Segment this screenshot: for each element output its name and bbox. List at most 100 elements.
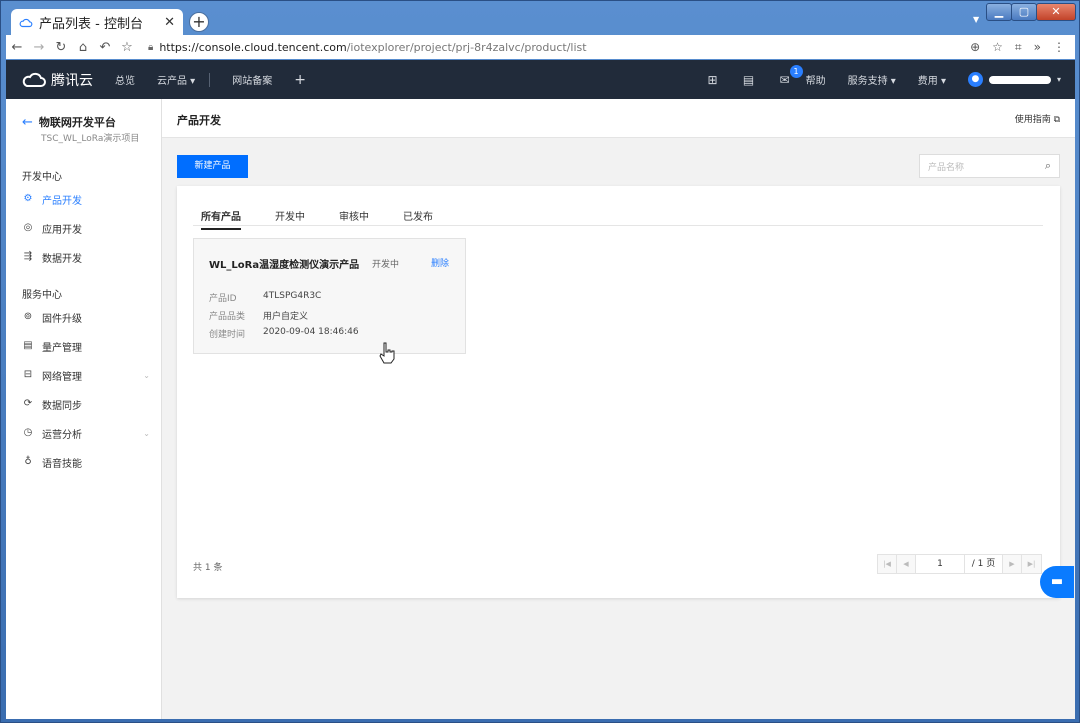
last-page-icon[interactable]: ▶| — [1022, 555, 1041, 573]
lock-icon: 🔒︎ — [148, 41, 154, 53]
messages[interactable]: ✉ 1 — [778, 64, 803, 87]
chevron-down-icon: ⌄ — [143, 370, 150, 380]
voice-icon: ♁ — [24, 456, 32, 467]
forward-icon[interactable]: → — [28, 40, 50, 55]
document-icon[interactable]: ▤ — [742, 73, 756, 87]
sidebar-item-data-dev[interactable]: ⇶ 数据开发 — [22, 247, 150, 267]
close-window-button[interactable]: ✕ — [1036, 3, 1076, 21]
upgrade-icon: ⊚ — [23, 311, 33, 322]
title-bar: 产品列表 - 控制台 ✕ + ▼ ▁ ▢ ✕ — [1, 1, 1079, 36]
prev-page-icon[interactable]: ◀ — [897, 555, 916, 573]
page-number-input[interactable]: 1 — [916, 555, 965, 573]
new-tab-button[interactable]: + — [189, 12, 209, 32]
field-category: 产品品类 用户自定义 — [209, 309, 308, 322]
delete-link[interactable]: 删除 — [431, 256, 449, 269]
sidebar-item-label: 数据开发 — [42, 253, 82, 265]
product-search-input[interactable]: 产品名称 ⌕ — [919, 154, 1060, 178]
tab-title: 产品列表 - 控制台 — [39, 17, 143, 32]
undo-icon[interactable]: ↶ — [94, 40, 116, 55]
sidebar-item-label: 产品开发 — [42, 195, 82, 207]
page-total: / 1 页 — [965, 555, 1003, 573]
nav-help[interactable]: 帮助 — [806, 72, 826, 87]
page-header: 产品开发 使用指南 ⧉ — [162, 99, 1075, 138]
product-list-panel: 所有产品 开发中 审核中 已发布 WL_LoRa温湿度检测仪演示产品 开发中 删… — [177, 186, 1060, 598]
analytics-icon: ◷ — [23, 427, 33, 438]
browser-tab[interactable]: 产品列表 - 控制台 ✕ — [11, 9, 183, 36]
sidebar-item-label: 应用开发 — [42, 224, 82, 236]
sidebar-item-network[interactable]: ⊟ 网络管理 ⌄ — [22, 365, 150, 385]
gear-icon: ⚙ — [23, 193, 33, 204]
back-icon[interactable]: ← — [6, 40, 28, 55]
console-app: 腾讯云 总览 云产品 ▾ 网站备案 + ⊞ ▤ ✉ 1 帮助 服务支持 ▾ 费用… — [6, 60, 1075, 719]
pagination: |◀ ◀ 1 / 1 页 ▶ ▶| — [877, 554, 1042, 574]
tab-search-icon[interactable]: ▼ — [973, 15, 979, 24]
sidebar-item-firmware[interactable]: ⊚ 固件升级 — [22, 307, 150, 327]
network-icon: ⊟ — [23, 369, 33, 380]
sidebar-item-mass-production[interactable]: ▤ 量产管理 — [22, 336, 150, 356]
message-badge: 1 — [789, 64, 803, 78]
sidebar-item-data-sync[interactable]: ⟳ 数据同步 — [22, 394, 150, 414]
tab-in-development[interactable]: 开发中 — [275, 208, 305, 228]
nav-overview[interactable]: 总览 — [115, 72, 135, 87]
sidebar-item-label: 数据同步 — [42, 400, 82, 412]
shortcut-icon[interactable]: ⊞ — [706, 73, 720, 87]
extension-chevron-icon[interactable]: » — [1034, 40, 1041, 55]
top-navigation: 腾讯云 总览 云产品 ▾ 网站备案 + ⊞ ▤ ✉ 1 帮助 服务支持 ▾ 费用… — [6, 60, 1075, 99]
field-value: 2020-09-04 18:46:46 — [263, 327, 359, 337]
avatar: ● — [967, 72, 983, 87]
search-placeholder: 产品名称 — [928, 162, 965, 173]
sidebar-item-analytics[interactable]: ◷ 运营分析 ⌄ — [22, 423, 150, 443]
sidebar-item-label: 运营分析 — [42, 429, 82, 441]
field-value: 用户自定义 — [263, 312, 309, 322]
sidebar: ← 物联网开发平台 TSC_WL_LoRa演示项目 开发中心 ⚙ 产品开发 ◎ … — [6, 99, 162, 719]
nav-products[interactable]: 云产品 ▾ — [157, 72, 195, 87]
url-path: /iotexplorer/project/prj-8r4zalvc/produc… — [346, 40, 587, 54]
crop-icon[interactable]: ⌗ — [1015, 40, 1022, 55]
app-icon: ◎ — [23, 222, 33, 233]
total-count: 共 1 条 — [193, 563, 223, 573]
chat-support-icon[interactable]: ▬ — [1040, 566, 1074, 598]
nav-add-icon[interactable]: + — [294, 72, 306, 88]
home-icon[interactable]: ⌂ — [72, 40, 94, 55]
sidebar-item-product-dev[interactable]: ⚙ 产品开发 — [22, 189, 150, 209]
field-value: 4TLSPG4R3C — [263, 291, 322, 301]
sidebar-item-app-dev[interactable]: ◎ 应用开发 — [22, 218, 150, 238]
bookmark-star-icon[interactable]: ☆ — [116, 40, 138, 55]
tencent-cloud-favicon-icon — [19, 18, 33, 27]
back-to-platform[interactable]: ← 物联网开发平台 — [22, 114, 116, 130]
chevron-down-icon: ▾ — [1056, 75, 1061, 84]
sidebar-item-voice[interactable]: ♁ 语音技能 — [22, 452, 150, 472]
reload-icon[interactable]: ↻ — [50, 40, 72, 55]
first-page-icon[interactable]: |◀ — [878, 555, 897, 573]
url-field[interactable]: 🔒︎ https://console.cloud.tencent.com /io… — [148, 41, 970, 54]
project-name: TSC_WL_LoRa演示项目 — [41, 134, 140, 144]
tab-in-review[interactable]: 审核中 — [339, 208, 369, 228]
nav-support[interactable]: 服务支持 ▾ — [848, 72, 896, 87]
address-bar: ← → ↻ ⌂ ↶ ☆ 🔒︎ https://console.cloud.ten… — [6, 35, 1075, 59]
tab-published[interactable]: 已发布 — [403, 208, 433, 228]
status-tabs: 所有产品 开发中 审核中 已发布 — [193, 208, 1043, 230]
next-page-icon[interactable]: ▶ — [1003, 555, 1022, 573]
nav-icp[interactable]: 网站备案 — [232, 72, 272, 87]
section-dev-center: 开发中心 — [22, 172, 62, 183]
search-icon[interactable]: ⌕ — [1045, 159, 1051, 173]
tab-close-icon[interactable]: ✕ — [164, 15, 175, 30]
field-created-time: 创建时间 2020-09-04 18:46:46 — [209, 327, 359, 340]
section-service-center: 服务中心 — [22, 290, 62, 301]
new-product-button[interactable]: 新建产品 — [177, 155, 248, 178]
status-badge: 开发中 — [372, 260, 400, 270]
maximize-button[interactable]: ▢ — [1011, 3, 1037, 21]
product-name[interactable]: WL_LoRa温湿度检测仪演示产品 — [209, 256, 359, 271]
tab-all-products[interactable]: 所有产品 — [201, 208, 241, 230]
usage-guide-link[interactable]: 使用指南 ⧉ — [1015, 112, 1060, 125]
minimize-button[interactable]: ▁ — [986, 3, 1012, 21]
zoom-icon[interactable]: ⊕ — [970, 40, 980, 55]
account-menu[interactable]: ● ▾ — [967, 72, 1061, 87]
brand-logo[interactable]: 腾讯云 — [22, 70, 93, 90]
nav-billing[interactable]: 费用 ▾ — [918, 72, 946, 87]
sidebar-item-label: 网络管理 — [42, 371, 82, 383]
url-host: https://console.cloud.tencent.com — [159, 40, 347, 54]
star-icon[interactable]: ☆ — [992, 40, 1003, 55]
menu-dots-icon[interactable]: ⋮ — [1053, 40, 1065, 55]
product-card[interactable]: WL_LoRa温湿度检测仪演示产品 开发中 删除 产品ID 4TLSPG4R3C… — [193, 238, 466, 364]
